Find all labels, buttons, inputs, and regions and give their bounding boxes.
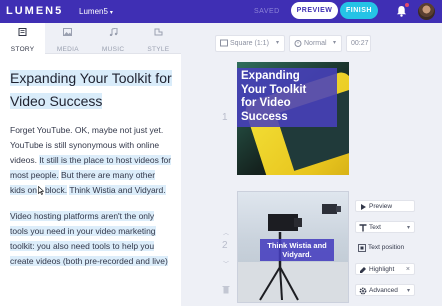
mouse-pointer-icon — [38, 186, 44, 196]
tab-music-label: MUSIC — [101, 46, 125, 53]
duration-display: 00:27 — [346, 35, 371, 52]
media-icon — [63, 28, 73, 36]
caption-line: Expanding — [241, 70, 300, 82]
preview-button[interactable]: PREVIEW — [291, 2, 338, 19]
advanced-dropdown[interactable]: Advanced ▾ — [355, 284, 415, 296]
project-name-dropdown[interactable]: Lumen5 ▾ — [79, 7, 113, 16]
scene-2-options: Preview Text ▾ Text position Highlight ×… — [355, 200, 415, 305]
scene-number: 2 — [222, 240, 228, 251]
aspect-ratio-icon — [220, 39, 228, 47]
saved-status: SAVED — [254, 8, 280, 15]
close-icon[interactable]: × — [406, 264, 410, 276]
caption-line: Success — [241, 110, 288, 123]
highlighted-sentence[interactable]: Think Wistia and Vidyard. — [69, 185, 166, 195]
tab-story-label: STORY — [10, 46, 35, 53]
text-style-dropdown[interactable]: Text ▾ — [355, 221, 415, 233]
story-panel: STORY MEDIA MUSIC STYLE Expanding Your T… — [0, 23, 181, 306]
highlight-toggle[interactable]: Highlight × — [355, 263, 415, 275]
text-icon — [359, 224, 367, 232]
scene-1-thumbnail[interactable]: Expanding Your Toolkit for Video Success — [237, 62, 349, 175]
tab-style[interactable]: STYLE — [135, 23, 181, 54]
gear-icon — [359, 287, 367, 295]
position-grid-icon — [358, 244, 366, 252]
caption-line: Your Toolkit — [241, 83, 307, 96]
chevron-down-icon: ▾ — [406, 225, 410, 231]
menu-label: Preview — [369, 203, 393, 210]
menu-label: Highlight — [369, 266, 395, 273]
duration-value: 00:27 — [351, 40, 369, 47]
caption-line: for Video — [241, 97, 291, 109]
story-title: Expanding Your Toolkit for Video Success — [10, 67, 172, 113]
stopwatch-icon — [294, 40, 302, 47]
trash-icon[interactable] — [222, 285, 230, 294]
menu-label: Text — [369, 224, 381, 231]
highlighted-sentence[interactable]: block. — [44, 185, 68, 195]
chevron-down-icon: ▾ — [332, 40, 336, 46]
scene-1-caption: Expanding Your Toolkit for Video Success — [237, 68, 337, 127]
avatar[interactable] — [418, 3, 435, 20]
story-editor[interactable]: Expanding Your Toolkit for Video Success… — [10, 67, 172, 269]
highlighted-sentence[interactable]: Video hosting platforms aren't the only … — [10, 211, 168, 266]
move-down-icon[interactable]: ﹀ — [223, 259, 229, 268]
menu-label: Text position — [368, 244, 405, 251]
story-title-line1: Expanding Your Toolkit for — [10, 70, 172, 86]
scene-number: 1 — [222, 112, 228, 123]
preview-scene-button[interactable]: Preview — [355, 200, 415, 212]
tab-style-label: STYLE — [147, 46, 170, 53]
play-icon — [361, 204, 366, 210]
chevron-down-icon: ▾ — [109, 10, 113, 16]
tab-story[interactable]: STORY — [0, 23, 46, 54]
scene-2-thumbnail[interactable]: Think Wistia and Vidyard. — [237, 191, 349, 303]
highlighter-icon — [360, 267, 366, 273]
format-dropdown[interactable]: Square (1:1) ▾ — [215, 35, 285, 52]
notification-dot — [405, 3, 409, 7]
scene-2-caption: Think Wistia and Vidyard. — [260, 239, 334, 261]
tab-media[interactable]: MEDIA — [45, 23, 91, 54]
menu-label: Advanced — [369, 287, 398, 294]
chevron-down-icon: ▾ — [275, 40, 279, 46]
story-paragraph: Video hosting platforms aren't the only … — [10, 209, 172, 269]
text-position-button[interactable]: Text position — [355, 242, 415, 254]
music-icon — [109, 28, 118, 36]
chevron-down-icon: ▾ — [406, 288, 410, 294]
move-up-icon[interactable]: ︿ — [223, 228, 229, 237]
small-camera-image — [322, 204, 341, 214]
project-name: Lumen5 — [79, 7, 108, 16]
speed-dropdown[interactable]: Normal ▾ — [289, 35, 342, 52]
tab-media-label: MEDIA — [56, 46, 79, 53]
story-title-line2: Video Success — [10, 93, 103, 109]
story-icon — [18, 28, 27, 36]
story-paragraph: Forget YouTube. OK, maybe not just yet. … — [10, 123, 172, 198]
finish-button[interactable]: FINISH — [340, 2, 378, 19]
format-value: Square (1:1) — [230, 40, 269, 47]
top-bar: LUMEN5 Lumen5 ▾ SAVED PREVIEW FINISH — [0, 0, 442, 23]
logo: LUMEN5 — [6, 5, 64, 17]
panel-tabs: STORY MEDIA MUSIC STYLE — [0, 23, 181, 54]
tab-music[interactable]: MUSIC — [90, 23, 136, 54]
speed-value: Normal — [304, 40, 327, 47]
style-icon — [154, 28, 163, 36]
